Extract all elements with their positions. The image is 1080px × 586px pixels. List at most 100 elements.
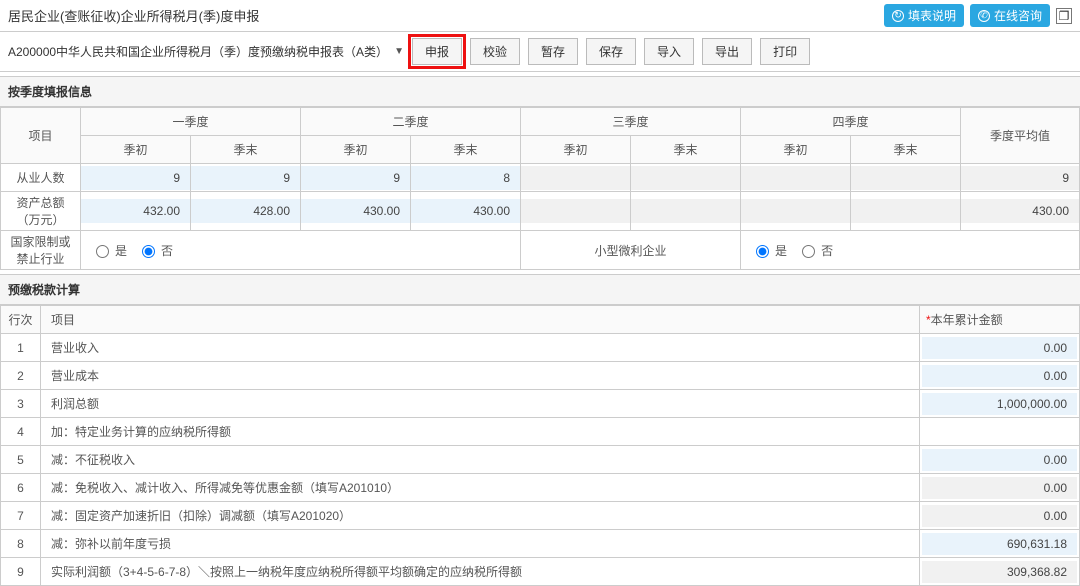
tax-row-num: 2 [1,362,41,390]
popout-icon[interactable]: ❐ [1056,8,1072,24]
import-button[interactable]: 导入 [644,38,694,65]
refresh-icon: ↻ [892,10,904,22]
verify-button[interactable]: 校验 [470,38,520,65]
tax-row-num: 7 [1,502,41,530]
row-emp-label: 从业人数 [1,164,81,192]
tax-row-num: 8 [1,530,41,558]
tax-row-item: 减：固定资产加速折旧（扣除）调减额（填写A201020） [41,502,920,530]
th-amt: *本年累计金额 [920,306,1080,334]
tax-section-title: 预缴税款计算 [0,274,1080,305]
tax-row: 1营业收入 [1,334,1080,362]
stash-button[interactable]: 暂存 [528,38,578,65]
tax-amt-input[interactable] [922,365,1077,387]
tax-row: 6减：免税收入、减计收入、所得减免等优惠金额（填写A201010） [1,474,1080,502]
tax-row-num: 4 [1,418,41,446]
tax-row-item: 减：不征税收入 [41,446,920,474]
tax-row-amt-cell [920,530,1080,558]
emp-q4e-cell [851,166,960,190]
th-q2: 二季度 [301,108,521,136]
tax-row-num: 3 [1,390,41,418]
print-button[interactable]: 打印 [760,38,810,65]
th-item: 项目 [41,306,920,334]
th-project: 项目 [1,108,81,164]
chevron-down-icon: ▼ [394,46,404,57]
th-q4: 四季度 [741,108,961,136]
tax-row: 4加：特定业务计算的应纳税所得额 [1,418,1080,446]
tax-row: 2营业成本 [1,362,1080,390]
tax-table: 行次 项目 *本年累计金额 1营业收入2营业成本3利润总额4加：特定业务计算的应… [0,305,1080,586]
emp-q4s-cell [741,166,850,190]
th-q1: 一季度 [81,108,301,136]
page-title: 居民企业(查账征收)企业所得税月(季)度申报 [8,6,259,25]
tax-row-amt-cell [920,502,1080,530]
tax-row-num: 9 [1,558,41,586]
tax-row: 5减：不征税收入 [1,446,1080,474]
tax-row-item: 加：特定业务计算的应纳税所得额 [41,418,920,446]
tax-amt-input [922,561,1077,583]
tax-row-item: 利润总额 [41,390,920,418]
th-avg: 季度平均值 [961,108,1080,164]
tax-amt-input[interactable] [922,393,1077,415]
form-select-label: A200000中华人民共和国企业所得税月（季）度预缴纳税申报表（A类） [8,43,388,60]
asset-q3s-cell [521,199,630,223]
asset-q3e-cell [631,199,740,223]
form-select-dropdown[interactable]: A200000中华人民共和国企业所得税月（季）度预缴纳税申报表（A类） ▼ [8,43,404,60]
tax-row: 7减：固定资产加速折旧（扣除）调减额（填写A201020） [1,502,1080,530]
tax-row-num: 1 [1,334,41,362]
asset-q2e-input[interactable] [411,199,520,223]
tax-row: 9实际利润额（3+4-5-6-7-8）＼按照上一纳税年度应纳税所得额平均额确定的… [1,558,1080,586]
emp-q2s-input[interactable] [301,166,410,190]
save-button[interactable]: 保存 [586,38,636,65]
small-radio-group[interactable]: 是 否 [741,242,1079,259]
asset-q4e-cell [851,199,960,223]
tax-row-amt-cell [920,474,1080,502]
tax-row-item: 营业收入 [41,334,920,362]
small-no-radio[interactable] [802,245,815,258]
tax-row-amt-cell [920,446,1080,474]
export-button[interactable]: 导出 [702,38,752,65]
tax-amt-input [922,505,1077,527]
restrict-radio-group[interactable]: 是 否 [81,242,520,259]
tax-row-item: 实际利润额（3+4-5-6-7-8）＼按照上一纳税年度应纳税所得额平均额确定的应… [41,558,920,586]
tax-row-num: 5 [1,446,41,474]
small-yes-radio[interactable] [756,245,769,258]
restrict-yes-radio[interactable] [96,245,109,258]
tax-row-amt-cell [920,558,1080,586]
th-q3: 三季度 [521,108,741,136]
asset-q1e-input[interactable] [191,199,300,223]
row-small-label: 小型微利企业 [521,231,741,270]
tax-row-item: 营业成本 [41,362,920,390]
asset-avg [961,199,1079,223]
tax-amt-input[interactable] [922,337,1077,359]
tax-row-amt-cell [920,418,1080,446]
emp-q1s-input[interactable] [81,166,190,190]
emp-q1e-input[interactable] [191,166,300,190]
emp-q2e-input[interactable] [411,166,520,190]
emp-avg [961,166,1079,190]
quarter-section-title: 按季度填报信息 [0,76,1080,107]
emp-q3e-cell [631,166,740,190]
consult-button[interactable]: ✆在线咨询 [970,4,1050,27]
tax-row-item: 减：弥补以前年度亏损 [41,530,920,558]
tax-row: 3利润总额 [1,390,1080,418]
tax-amt-input[interactable] [922,449,1077,471]
tax-amt-input[interactable] [922,533,1077,555]
row-restrict-label: 国家限制或禁止行业 [1,231,81,270]
tax-row: 8减：弥补以前年度亏损 [1,530,1080,558]
asset-q1s-input[interactable] [81,199,190,223]
row-asset-label: 资产总额（万元） [1,192,81,231]
asset-q2s-input[interactable] [301,199,410,223]
tax-row-num: 6 [1,474,41,502]
restrict-no-radio[interactable] [142,245,155,258]
tax-amt-input [922,477,1077,499]
tax-row-amt-cell [920,390,1080,418]
submit-button[interactable]: 申报 [412,38,462,65]
asset-q4s-cell [741,199,850,223]
help-button[interactable]: ↻填表说明 [884,4,964,27]
headset-icon: ✆ [978,10,990,22]
tax-row-amt-cell [920,334,1080,362]
emp-q3s-cell [521,166,630,190]
quarter-table: 项目 一季度 二季度 三季度 四季度 季度平均值 季初季末 季初季末 季初季末 … [0,107,1080,270]
tax-row-amt-cell [920,362,1080,390]
th-row: 行次 [1,306,41,334]
